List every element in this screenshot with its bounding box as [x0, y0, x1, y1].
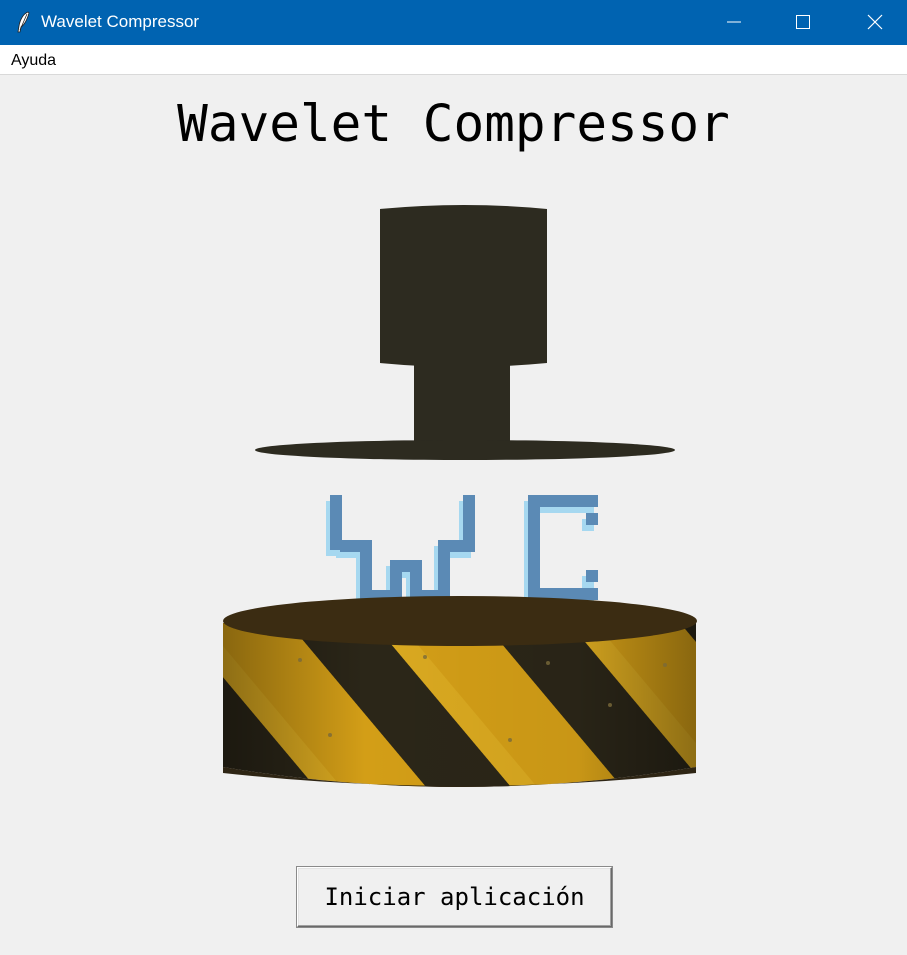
hydraulic-press-icon — [223, 205, 697, 787]
close-button[interactable] — [845, 0, 905, 45]
maximize-icon — [796, 15, 810, 29]
maximize-button[interactable] — [773, 0, 833, 45]
menu-item-ayuda[interactable]: Ayuda — [4, 49, 63, 73]
wc-lettering — [326, 495, 598, 608]
window-titlebar[interactable]: Wavelet Compressor — [0, 0, 907, 45]
menubar: Ayuda — [0, 45, 907, 75]
app-heading: Wavelet Compressor — [177, 95, 730, 154]
minimize-icon — [727, 21, 741, 23]
start-application-button[interactable]: Iniciar aplicación — [297, 867, 612, 927]
press-ram — [255, 205, 675, 460]
minimize-button[interactable] — [704, 0, 764, 45]
feather-icon — [17, 11, 30, 33]
window-title: Wavelet Compressor — [41, 12, 200, 31]
close-icon — [867, 14, 883, 30]
press-base — [223, 596, 697, 787]
